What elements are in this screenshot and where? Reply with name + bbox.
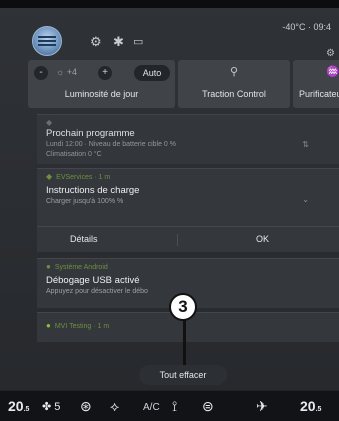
right-temperature-value: 20 xyxy=(300,398,316,414)
outside-temperature-time: -40°C · 09:4 xyxy=(282,22,331,32)
screen-bezel xyxy=(0,0,339,8)
notification-title: Prochain programme xyxy=(46,128,135,139)
brand-logo-icon[interactable] xyxy=(32,26,62,56)
ev-plug-icon: ◆ xyxy=(46,172,53,181)
notification-actions: Détails OK xyxy=(37,226,339,252)
tile-brightness[interactable]: - ☼ +4 + Auto Luminosité de jour xyxy=(28,60,175,108)
notification-next-program[interactable]: ◆ Prochain programme Lundi 12:00 · Nivea… xyxy=(37,114,339,164)
expand-chevron-icon[interactable]: ⌄ xyxy=(302,195,309,204)
clock: 09:4 xyxy=(313,22,331,32)
air-purifier-icon: ♒ xyxy=(326,66,339,78)
climate-bar: 20.5 ✤ 5 ⊛ ⟡ A/C ⟟ ⊜ ✈ 20.5 xyxy=(0,390,339,421)
seat-heat-right-icon[interactable]: ⟟ xyxy=(172,398,177,415)
ac-button[interactable]: A/C xyxy=(143,402,160,413)
brightness-auto-button[interactable]: Auto xyxy=(134,65,170,81)
notification-source: ● MVI Testing · 1 m xyxy=(46,321,109,330)
right-temperature[interactable]: 20.5 xyxy=(300,398,321,414)
fan-level: 5 xyxy=(54,401,61,413)
brightness-level: +4 xyxy=(66,67,78,77)
quick-settings-tiles: - ☼ +4 + Auto Luminosité de jour ⚲ Tract… xyxy=(28,60,339,108)
ev-icon: ◆ xyxy=(46,118,53,127)
fan-icon: ✤ xyxy=(42,401,52,413)
bluetooth-icon: ✱ xyxy=(113,34,124,49)
info-icon: ● xyxy=(46,321,51,330)
tile-traction-control[interactable]: ⚲ Traction Control xyxy=(178,60,290,108)
brightness-increase-button[interactable]: + xyxy=(98,66,112,80)
notification-line: Lundi 12:00 · Niveau de batterie cible 0… xyxy=(46,141,176,148)
details-button[interactable]: Détails xyxy=(70,234,98,244)
brightness-controls: - ☼ +4 + Auto xyxy=(34,65,170,81)
infotainment-screen: ⚙ ✱ ▭ -40°C · 09:4 ⚙ - ☼ +4 + Auto Lumin… xyxy=(0,0,339,421)
ok-button[interactable]: OK xyxy=(256,234,269,244)
notification-title: Instructions de charge xyxy=(46,185,140,196)
tile-air-purifier[interactable]: ♒ Purificateur d'air xyxy=(293,60,339,108)
notification-source-text: EVServices · 1 m xyxy=(56,174,111,181)
notification-line: Climatisation 0 °C xyxy=(46,151,102,158)
notification-line: Charger jusqu'à 100% % xyxy=(46,198,124,205)
seat-heat-left-icon[interactable]: ⟡ xyxy=(110,398,119,415)
steering-heat-icon[interactable]: ⊛ xyxy=(80,398,92,415)
brightness-decrease-button[interactable]: - xyxy=(34,66,48,80)
clear-all-button[interactable]: Tout effacer xyxy=(139,365,227,385)
notification-charge-instructions[interactable]: ◆ EVServices · 1 m Instructions de charge… xyxy=(37,168,339,252)
notification-source-faded: ◆ xyxy=(46,118,56,127)
brightness-label: Luminosité de jour xyxy=(64,89,139,99)
fan-speed[interactable]: ✤ 5 xyxy=(42,400,60,413)
callout-marker: 3 xyxy=(169,293,197,321)
notification-line: Appuyez pour désactiver le débo xyxy=(46,288,148,295)
program-icon: ⇅ xyxy=(302,140,309,149)
purifier-label: Purificateur d'air xyxy=(299,89,339,99)
traction-icon: ⚲ xyxy=(229,66,239,78)
auto-climate-icon[interactable]: ✈ xyxy=(256,398,268,415)
actions-divider xyxy=(177,234,178,246)
notification-title: Débogage USB activé xyxy=(46,275,140,286)
left-temperature[interactable]: 20.5 xyxy=(8,398,29,414)
left-temperature-value: 20 xyxy=(8,398,24,414)
settings-gear-icon[interactable]: ⚙ xyxy=(326,48,335,59)
outside-temperature: -40°C xyxy=(282,22,306,32)
phone-icon: ▭ xyxy=(133,36,144,48)
notification-source-text: Système Android xyxy=(54,264,108,271)
android-icon: ● xyxy=(46,262,51,271)
status-bar: ⚙ ✱ ▭ -40°C · 09:4 ⚙ xyxy=(0,8,339,59)
notification-source: ◆ EVServices · 1 m xyxy=(46,172,110,181)
brightness-value: ☼ +4 xyxy=(56,67,78,77)
charging-plug-icon: ⚙ xyxy=(90,34,102,49)
callout-line xyxy=(183,318,186,368)
traction-label: Traction Control xyxy=(202,89,266,99)
defrost-icon[interactable]: ⊜ xyxy=(202,398,214,415)
notification-source: ● Système Android xyxy=(46,262,108,271)
notification-source-text: MVI Testing · 1 m xyxy=(54,323,110,330)
